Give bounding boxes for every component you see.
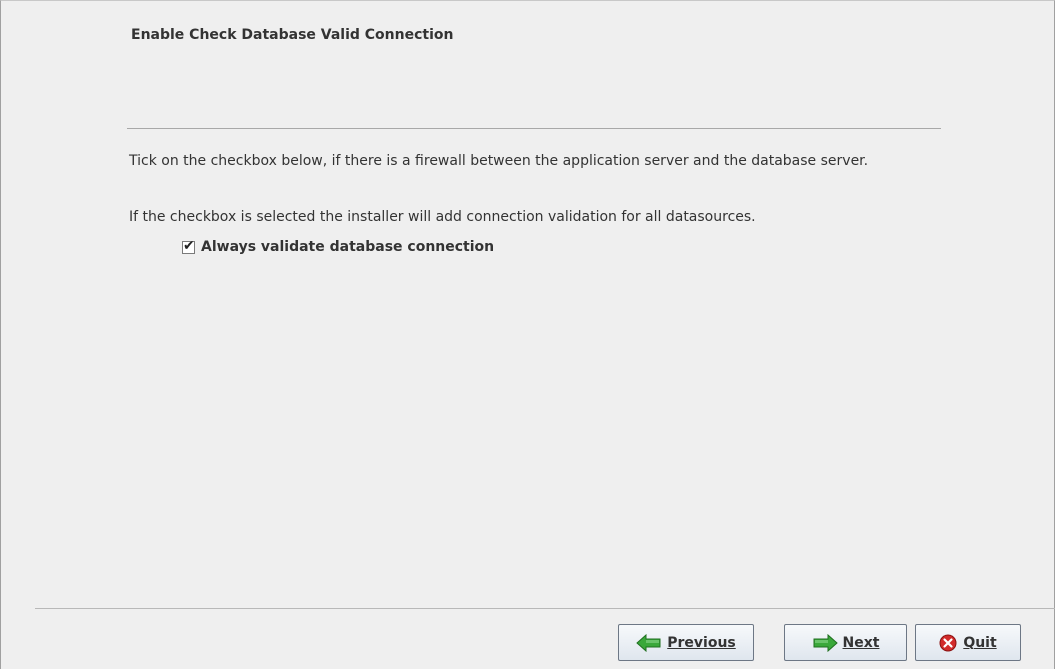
footer-divider xyxy=(35,608,1055,609)
quit-button-label: Quit xyxy=(963,634,997,651)
arrow-left-icon xyxy=(636,633,662,652)
title-divider xyxy=(127,128,941,129)
page-title: Enable Check Database Valid Connection xyxy=(131,27,454,43)
close-circle-icon xyxy=(939,634,957,652)
description-firewall: Tick on the checkbox below, if there is … xyxy=(129,153,869,169)
previous-button-label: Previous xyxy=(667,634,736,651)
next-button[interactable]: Next xyxy=(784,624,907,661)
arrow-right-icon xyxy=(812,633,838,652)
checkmark-icon: ✔ xyxy=(183,237,195,254)
next-button-label: Next xyxy=(842,634,880,651)
always-validate-checkbox-row[interactable]: ✔ Always validate database connection xyxy=(182,238,494,255)
always-validate-checkbox[interactable]: ✔ xyxy=(182,238,195,254)
installer-window: Enable Check Database Valid Connection T… xyxy=(0,0,1055,669)
previous-button[interactable]: Previous xyxy=(618,624,754,661)
always-validate-label[interactable]: Always validate database connection xyxy=(201,239,494,255)
description-validation: If the checkbox is selected the installe… xyxy=(129,209,756,225)
quit-button[interactable]: Quit xyxy=(915,624,1021,661)
